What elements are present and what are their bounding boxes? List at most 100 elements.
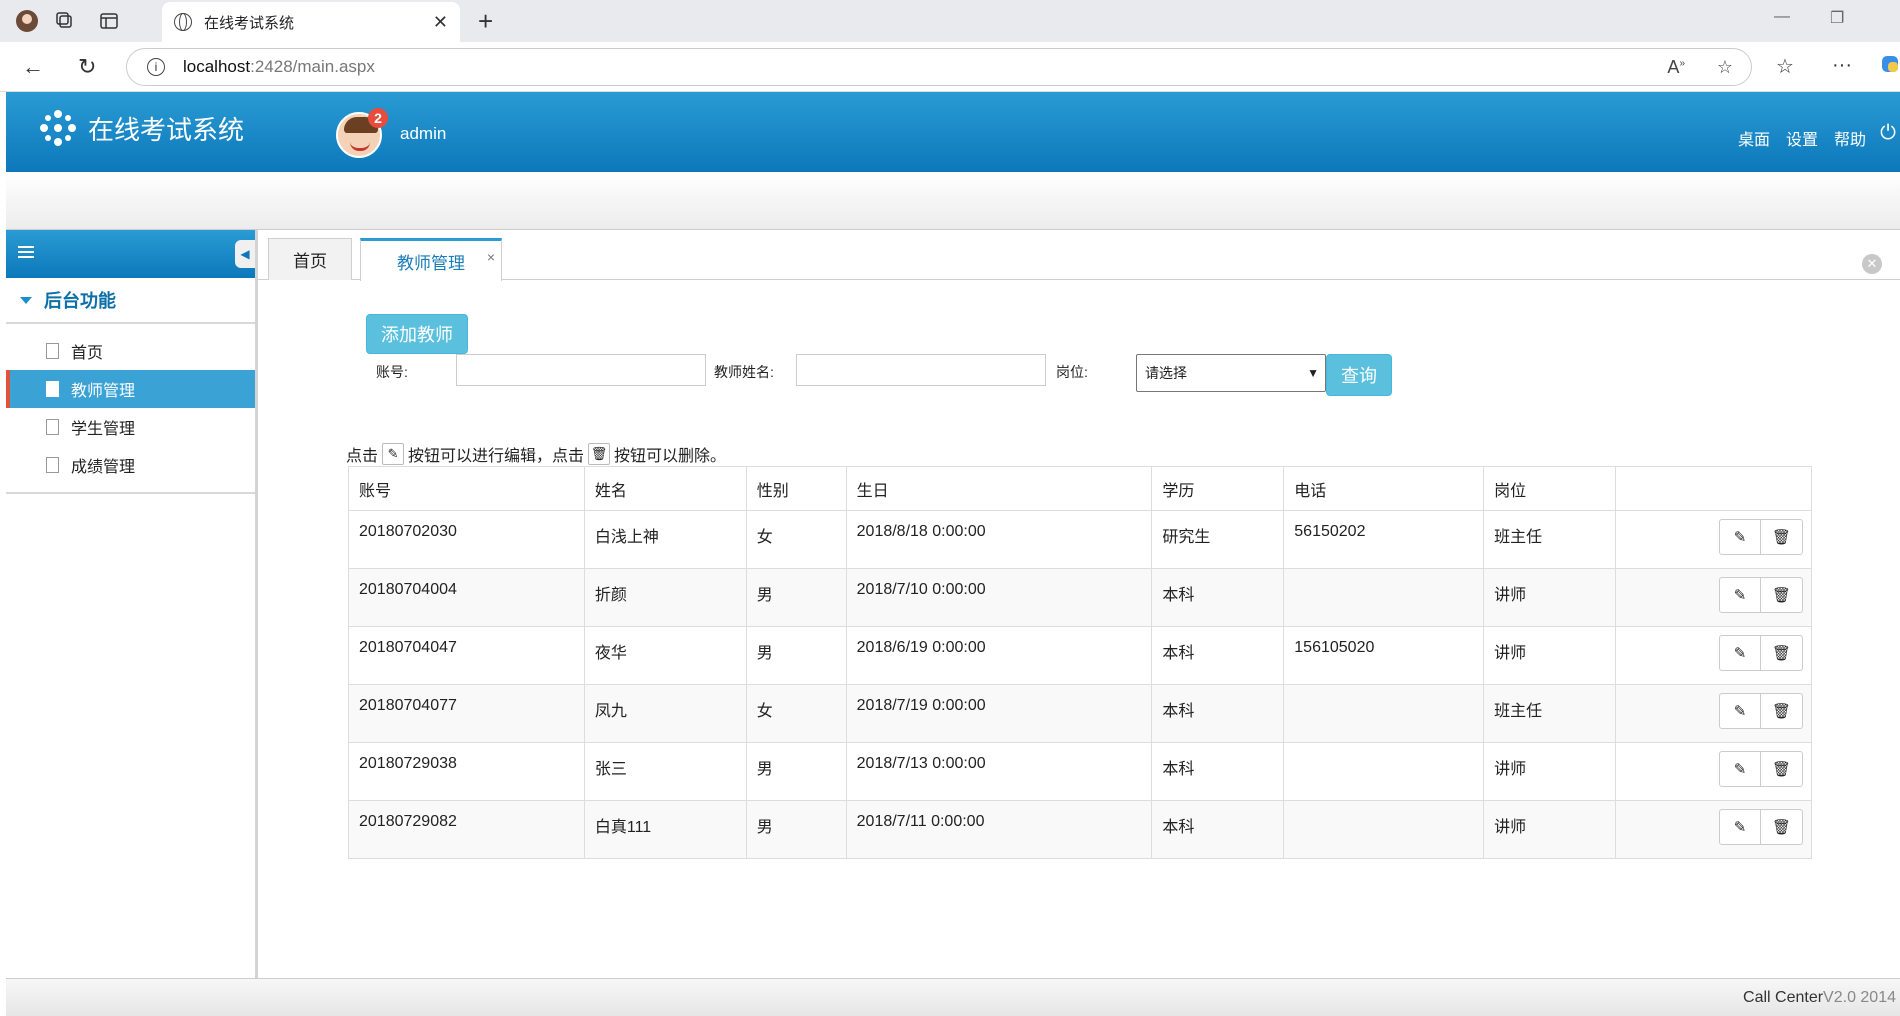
- delete-button[interactable]: 🗑: [1761, 577, 1803, 613]
- caret-down-icon: [20, 296, 32, 304]
- cell-birthday: 2018/7/11 0:00:00: [845, 800, 1153, 859]
- teacher-table: 账号 姓名 性别 生日 学历 电话 岗位 20180702030 白浅上神 女 …: [348, 466, 1812, 859]
- read-aloud-icon[interactable]: A»: [1667, 57, 1685, 78]
- sidebar-item-label: 首页: [71, 345, 104, 362]
- desktop-link[interactable]: 桌面: [1738, 126, 1770, 150]
- content-tabs: 首页 教师管理 × ✕: [258, 238, 1900, 281]
- document-icon: [46, 343, 59, 359]
- cell-name: 夜华: [583, 626, 747, 685]
- cell-phone: [1283, 568, 1485, 627]
- power-icon[interactable]: ⏻: [1880, 122, 1896, 145]
- delete-button[interactable]: 🗑: [1761, 693, 1803, 729]
- cell-position: 班主任: [1483, 684, 1617, 743]
- table-row: 20180702030 白浅上神 女 2018/8/18 0:00:00 研究生…: [348, 510, 1812, 569]
- sidebar-item-student-management[interactable]: 学生管理: [6, 408, 255, 446]
- account-input[interactable]: [456, 354, 706, 386]
- column-header-account: 账号: [348, 466, 585, 511]
- edit-button[interactable]: ✎: [1719, 693, 1761, 729]
- close-tab-icon[interactable]: ×: [487, 249, 495, 265]
- delete-button[interactable]: 🗑: [1761, 809, 1803, 845]
- sidebar-item-home[interactable]: 首页: [6, 332, 255, 370]
- cell-phone: [1283, 800, 1485, 859]
- cell-phone: 156105020: [1283, 626, 1485, 685]
- cell-education: 本科: [1151, 742, 1285, 801]
- sidebar-item-score-management[interactable]: 成绩管理: [6, 446, 255, 484]
- trash-icon: 🗑: [1771, 529, 1792, 546]
- add-teacher-button[interactable]: 添加教师: [366, 314, 468, 354]
- teacher-name-label: 教师姓名:: [714, 364, 774, 380]
- cell-name: 白浅上神: [583, 510, 747, 569]
- cell-phone: 56150202: [1283, 510, 1485, 569]
- refresh-icon[interactable]: ↻: [78, 54, 96, 80]
- hint-part1: 点击: [346, 448, 379, 465]
- tab-teacher-management[interactable]: 教师管理 ×: [360, 238, 502, 281]
- cell-gender: 女: [745, 510, 847, 569]
- pencil-icon: ✎: [1733, 645, 1747, 662]
- favorite-star-icon[interactable]: ☆: [1717, 57, 1733, 78]
- delete-button[interactable]: 🗑: [1761, 519, 1803, 555]
- copilot-icon[interactable]: [1880, 54, 1900, 80]
- edit-button[interactable]: ✎: [1719, 519, 1761, 555]
- list-icon[interactable]: [18, 246, 34, 260]
- chevron-down-icon: ▼: [1307, 366, 1319, 380]
- cell-actions: ✎ 🗑: [1615, 510, 1812, 569]
- sidebar-section-header[interactable]: 后台功能: [6, 278, 255, 324]
- pencil-icon: ✎: [1733, 761, 1747, 778]
- hint-text: 点击 ✎ 按钮可以进行编辑，点击 🗑 按钮可以删除。: [346, 442, 726, 466]
- address-bar[interactable]: i localhost:2428/main.aspx A» ☆: [126, 48, 1752, 86]
- edit-button[interactable]: ✎: [1719, 809, 1761, 845]
- browser-tab[interactable]: 在线考试系统 ✕: [162, 2, 460, 42]
- column-header-birthday: 生日: [845, 466, 1153, 511]
- sidebar-toolbar: ◀: [6, 230, 255, 278]
- back-icon[interactable]: ←: [22, 54, 44, 80]
- browser-tabstrip: 在线考试系统 ✕ + — ❐: [0, 0, 1900, 42]
- tab-label: 教师管理: [397, 253, 465, 273]
- delete-button[interactable]: 🗑: [1761, 751, 1803, 787]
- profile-icon[interactable]: [14, 9, 40, 33]
- help-link[interactable]: 帮助: [1834, 126, 1866, 150]
- position-selected: 请选择: [1145, 365, 1187, 381]
- minimize-icon[interactable]: —: [1774, 8, 1790, 26]
- edit-button[interactable]: ✎: [1719, 635, 1761, 671]
- tab-home[interactable]: 首页: [268, 238, 352, 280]
- sidebar-item-teacher-management[interactable]: 教师管理: [6, 370, 255, 408]
- cell-gender: 男: [745, 626, 847, 685]
- favorites-icon[interactable]: ☆: [1776, 54, 1794, 79]
- cell-gender: 男: [745, 568, 847, 627]
- collapse-sidebar-icon[interactable]: ◀: [235, 240, 255, 268]
- notification-badge[interactable]: 2: [368, 108, 388, 128]
- delete-button[interactable]: 🗑: [1761, 635, 1803, 671]
- collections-icon[interactable]: [52, 9, 78, 33]
- cell-phone: [1283, 684, 1485, 743]
- browser-tab-title: 在线考试系统: [204, 14, 295, 32]
- edit-button[interactable]: ✎: [1719, 577, 1761, 613]
- cell-account: 20180729082: [348, 800, 585, 859]
- cell-birthday: 2018/8/18 0:00:00: [845, 510, 1153, 569]
- settings-link[interactable]: 设置: [1786, 126, 1818, 150]
- position-select[interactable]: 请选择 ▼: [1136, 354, 1326, 392]
- tab-actions-icon[interactable]: [96, 9, 122, 33]
- teacher-name-input[interactable]: [796, 354, 1046, 386]
- cell-education: 本科: [1151, 568, 1285, 627]
- restore-icon[interactable]: ❐: [1830, 8, 1844, 28]
- info-icon[interactable]: i: [147, 58, 165, 76]
- username[interactable]: admin: [400, 124, 446, 144]
- edit-button[interactable]: ✎: [1719, 751, 1761, 787]
- cell-account: 20180704004: [348, 568, 585, 627]
- cell-actions: ✎ 🗑: [1615, 800, 1812, 859]
- trash-icon: 🗑: [588, 443, 611, 465]
- query-button[interactable]: 查询: [1326, 354, 1392, 396]
- more-icon[interactable]: ···: [1832, 54, 1852, 77]
- close-tab-icon[interactable]: ✕: [433, 12, 448, 33]
- cell-education: 本科: [1151, 684, 1285, 743]
- position-label: 岗位:: [1056, 364, 1088, 380]
- logo-icon: [40, 110, 76, 146]
- cell-actions: ✎ 🗑: [1615, 626, 1812, 685]
- sidebar-item-label: 学生管理: [71, 421, 136, 438]
- table-header-row: 账号 姓名 性别 生日 学历 电话 岗位: [348, 466, 1812, 511]
- cell-birthday: 2018/7/19 0:00:00: [845, 684, 1153, 743]
- close-all-tabs-icon[interactable]: ✕: [1862, 254, 1882, 274]
- url-host: localhost: [183, 57, 251, 76]
- pencil-icon: ✎: [1733, 529, 1747, 546]
- new-tab-icon[interactable]: +: [478, 6, 493, 37]
